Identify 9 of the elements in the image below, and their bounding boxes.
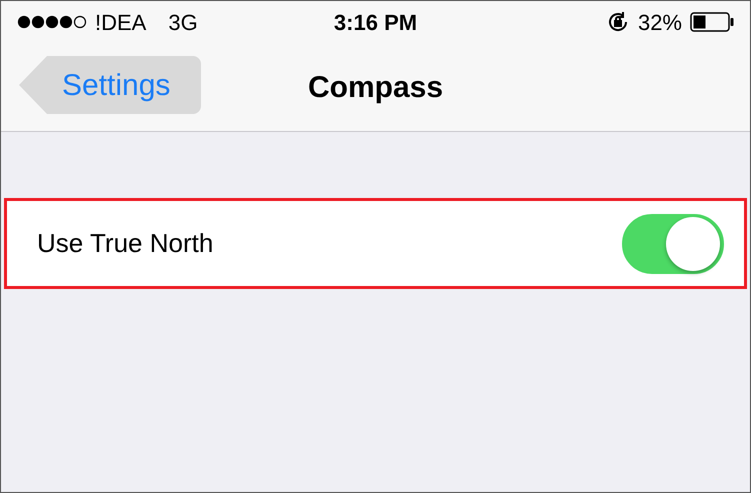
carrier-name: !DEA: [95, 8, 146, 36]
network-type: 3G: [168, 8, 198, 36]
signal-icon: [17, 15, 87, 29]
page-title: Compass: [308, 70, 444, 106]
battery-icon: [690, 12, 734, 32]
back-button[interactable]: Settings: [19, 56, 201, 114]
battery-percent: 32%: [638, 8, 682, 36]
setting-label: Use True North: [37, 227, 214, 260]
clock-time: 3:16 PM: [334, 8, 418, 36]
